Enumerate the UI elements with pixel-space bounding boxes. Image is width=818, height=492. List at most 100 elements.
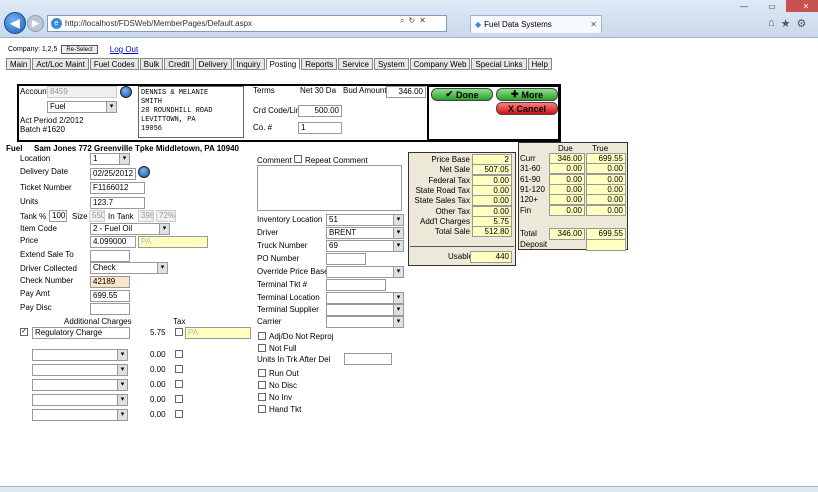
inventory-location-select[interactable]: 51 — [326, 214, 404, 226]
minimize-icon[interactable]: — — [730, 0, 758, 12]
override-price-select[interactable] — [326, 266, 404, 278]
arrow-right-icon: ▶ — [32, 18, 39, 28]
co-input[interactable]: 1 — [298, 122, 342, 134]
tab-credit[interactable]: Credit — [164, 58, 194, 70]
ticket-number-input[interactable]: F1166012 — [90, 182, 145, 194]
delivery-date-input[interactable]: 02/25/2012 — [90, 168, 136, 180]
units-input[interactable]: 123.7 — [90, 197, 145, 209]
home-icon[interactable]: ⌂ — [768, 17, 775, 30]
tab-inquiry[interactable]: Inquiry — [232, 58, 265, 70]
tab-posting[interactable]: Posting — [265, 58, 301, 70]
address-bar[interactable]: e http://localhost/FDSWeb/MemberPages/De… — [47, 15, 447, 32]
charge-tax-checkbox[interactable] — [175, 410, 183, 418]
tab-main[interactable]: Main — [6, 58, 32, 70]
pay-disc-input[interactable] — [90, 303, 130, 315]
favorites-star-icon[interactable]: ★ — [781, 17, 791, 30]
extend-sale-label: Extend Sale To — [20, 250, 74, 259]
tab-title: Fuel Data Systems — [484, 20, 552, 29]
tab-act-loc-maint[interactable]: Act/Loc Maint — [32, 58, 89, 70]
more-button[interactable]: ✚ More — [496, 88, 558, 101]
terminal-tkt-input[interactable] — [326, 279, 386, 291]
tab-reports[interactable]: Reports — [301, 58, 338, 70]
back-button[interactable]: ◀ — [4, 12, 26, 34]
calendar-icon[interactable] — [138, 166, 150, 178]
regulatory-charge-input[interactable]: Regulatory Charge — [32, 327, 130, 339]
forward-button[interactable]: ▶ — [27, 15, 44, 32]
po-number-input[interactable] — [326, 253, 366, 265]
browser-tab[interactable]: ◆ Fuel Data Systems ✕ — [470, 15, 602, 33]
check-icon: ✔ — [445, 89, 454, 99]
charge-tax-checkbox[interactable] — [175, 365, 183, 373]
regulatory-tax-checkbox[interactable] — [175, 328, 183, 336]
no-inv-label: No Inv — [269, 393, 293, 402]
pay-amt-input[interactable]: 699.55 — [90, 290, 130, 302]
adj-checkbox[interactable] — [258, 332, 266, 340]
summary-label: Federal Tax — [428, 175, 470, 185]
charge-select[interactable] — [32, 409, 128, 421]
logout-link[interactable]: Log Out — [110, 45, 138, 54]
extend-sale-input[interactable] — [90, 250, 130, 262]
no-disc-checkbox[interactable] — [258, 381, 266, 389]
repeat-comment-checkbox[interactable] — [294, 155, 302, 163]
units-after-input[interactable] — [344, 353, 392, 365]
charge-tax-checkbox[interactable] — [175, 395, 183, 403]
tab-bulk[interactable]: Bulk — [139, 58, 164, 70]
not-full-checkbox[interactable] — [258, 344, 266, 352]
check-number-input[interactable]: 42189 — [90, 276, 130, 288]
refresh-icon[interactable]: ↻ — [408, 16, 415, 26]
run-out-checkbox[interactable] — [258, 369, 266, 377]
browser-toolbar-icons: ⌂ ★ ⚙ — [768, 17, 806, 30]
carrier-select[interactable] — [326, 316, 404, 328]
regulatory-charge-amount: 5.75 — [150, 328, 166, 337]
item-code-select[interactable]: 2 - Fuel Oil — [90, 223, 170, 235]
no-inv-checkbox[interactable] — [258, 393, 266, 401]
regulatory-charge-checkbox[interactable]: ✓ — [20, 328, 28, 336]
driver-collected-select[interactable]: Check — [90, 262, 168, 274]
cancel-button[interactable]: X Cancel — [496, 102, 558, 115]
driver-select[interactable]: BRENT — [326, 227, 404, 239]
account-type-select[interactable]: Fuel — [47, 101, 117, 113]
truck-number-select[interactable]: 69 — [326, 240, 404, 252]
bud-amount-input[interactable]: 346.00 — [386, 86, 426, 98]
terminal-supplier-select[interactable] — [326, 304, 404, 316]
address-line: LEVITTOWN, PA — [141, 116, 196, 124]
tab-service[interactable]: Service — [338, 58, 373, 70]
pay-disc-label: Pay Disc — [20, 303, 52, 312]
settings-gear-icon[interactable]: ⚙ — [797, 17, 807, 30]
tab-fuel-codes[interactable]: Fuel Codes — [89, 58, 139, 70]
deposit-label: Deposit — [520, 240, 548, 249]
aging-label: 31-60 — [520, 164, 541, 174]
maximize-icon[interactable]: ▭ — [758, 0, 786, 12]
tab-close-icon[interactable]: ✕ — [590, 20, 597, 29]
account-input[interactable]: 8459 — [47, 86, 117, 98]
hand-tkt-checkbox[interactable] — [258, 405, 266, 413]
tank-pct-input[interactable]: 100 — [49, 210, 67, 222]
tab-help[interactable]: Help — [527, 58, 552, 70]
charge-select[interactable] — [32, 394, 128, 406]
charge-select[interactable] — [32, 349, 128, 361]
terminal-location-label: Terminal Location — [257, 293, 320, 302]
tab-special-links[interactable]: Special Links — [471, 58, 527, 70]
charge-tax-checkbox[interactable] — [175, 380, 183, 388]
comment-textarea[interactable] — [257, 165, 402, 211]
tab-system[interactable]: System — [373, 58, 409, 70]
tab-delivery[interactable]: Delivery — [194, 58, 232, 70]
total-label: Total — [520, 229, 537, 238]
close-window-icon[interactable]: ✕ — [786, 0, 818, 12]
account-lookup-icon[interactable] — [120, 86, 132, 98]
terminal-location-select[interactable] — [326, 292, 404, 304]
price-input[interactable]: 4.099000 — [90, 236, 136, 248]
search-icon[interactable]: ⌕ — [400, 16, 404, 26]
charge-select[interactable] — [32, 379, 128, 391]
done-button[interactable]: ✔ Done — [431, 88, 493, 101]
tab-company-web[interactable]: Company Web — [409, 58, 471, 70]
charge-tax-checkbox[interactable] — [175, 350, 183, 358]
reselect-button[interactable]: Re-Select — [61, 45, 98, 54]
location-select[interactable]: 1 — [90, 153, 130, 165]
crd-limit-input[interactable]: 500.00 — [298, 105, 342, 117]
po-number-label: PO Number — [257, 254, 300, 263]
stop-icon[interactable]: ✕ — [419, 16, 426, 26]
charge-select[interactable] — [32, 364, 128, 376]
address-line: SMITH — [141, 98, 163, 106]
terms-input[interactable]: Net 30 Da — [298, 86, 342, 98]
